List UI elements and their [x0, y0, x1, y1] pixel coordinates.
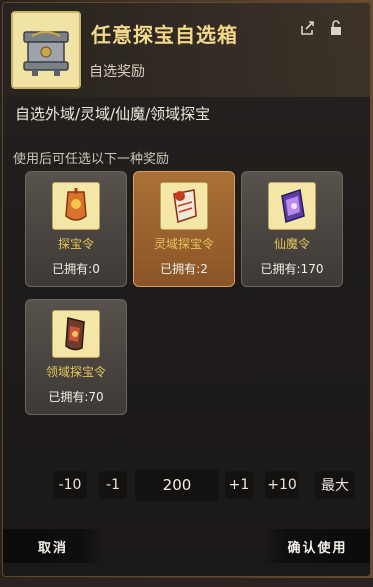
- cancel-button[interactable]: 取消: [3, 529, 103, 563]
- immortal-demon-token-icon: [268, 182, 316, 230]
- dialog-header: 任意探宝自选箱 自选奖励: [3, 3, 370, 97]
- minus-10-button[interactable]: -10: [53, 471, 87, 499]
- item-dialog: 任意探宝自选箱 自选奖励 自选外域/灵域/仙魔/领域探宝 使用后可任选以下一种奖…: [2, 2, 371, 577]
- action-bar: 取消 确认使用: [3, 523, 370, 571]
- reward-grid: 探宝令 已拥有:0 灵域探宝令 已拥有:2 仙魔令 已拥有:170 领域探宝令 …: [25, 171, 365, 421]
- plus-10-button[interactable]: +10: [265, 471, 299, 499]
- reward-card-domain-token[interactable]: 领域探宝令 已拥有:70: [25, 299, 127, 415]
- spirit-realm-token-icon: [160, 182, 208, 230]
- reward-card-spirit-realm-token[interactable]: 灵域探宝令 已拥有:2: [133, 171, 235, 287]
- item-description: 自选外域/灵域/仙魔/领域探宝: [15, 105, 211, 123]
- unlock-icon[interactable]: [327, 19, 345, 37]
- choose-hint: 使用后可任选以下一种奖励: [13, 152, 170, 167]
- quantity-controls: -10 -1 200 +1 +10 最大: [3, 469, 370, 503]
- domain-token-icon: [52, 310, 100, 358]
- bottom-edge: [0, 578, 373, 587]
- share-icon[interactable]: [299, 19, 317, 37]
- reward-name: 灵域探宝令: [153, 237, 214, 251]
- reward-owned-count: 已拥有:2: [160, 262, 208, 276]
- quantity-input[interactable]: 200: [135, 469, 219, 501]
- item-subtitle: 自选奖励: [89, 64, 145, 80]
- reward-name: 仙魔令: [273, 237, 310, 251]
- header-icons: [299, 19, 345, 37]
- reward-name: 领域探宝令: [45, 365, 106, 379]
- treasure-chest-icon: [20, 22, 72, 78]
- reward-owned-count: 已拥有:170: [260, 262, 324, 276]
- reward-owned-count: 已拥有:70: [48, 390, 104, 404]
- treasure-token-icon: [52, 182, 100, 230]
- reward-owned-count: 已拥有:0: [52, 262, 100, 276]
- reward-name: 探宝令: [57, 237, 94, 251]
- max-button[interactable]: 最大: [315, 471, 355, 499]
- reward-card-treasure-token[interactable]: 探宝令 已拥有:0: [25, 171, 127, 287]
- minus-1-button[interactable]: -1: [99, 471, 127, 499]
- confirm-use-button[interactable]: 确认使用: [263, 529, 370, 563]
- reward-card-immortal-demon-token[interactable]: 仙魔令 已拥有:170: [241, 171, 343, 287]
- item-title: 任意探宝自选箱: [91, 23, 238, 47]
- plus-1-button[interactable]: +1: [225, 471, 253, 499]
- chest-item-icon: [11, 11, 81, 89]
